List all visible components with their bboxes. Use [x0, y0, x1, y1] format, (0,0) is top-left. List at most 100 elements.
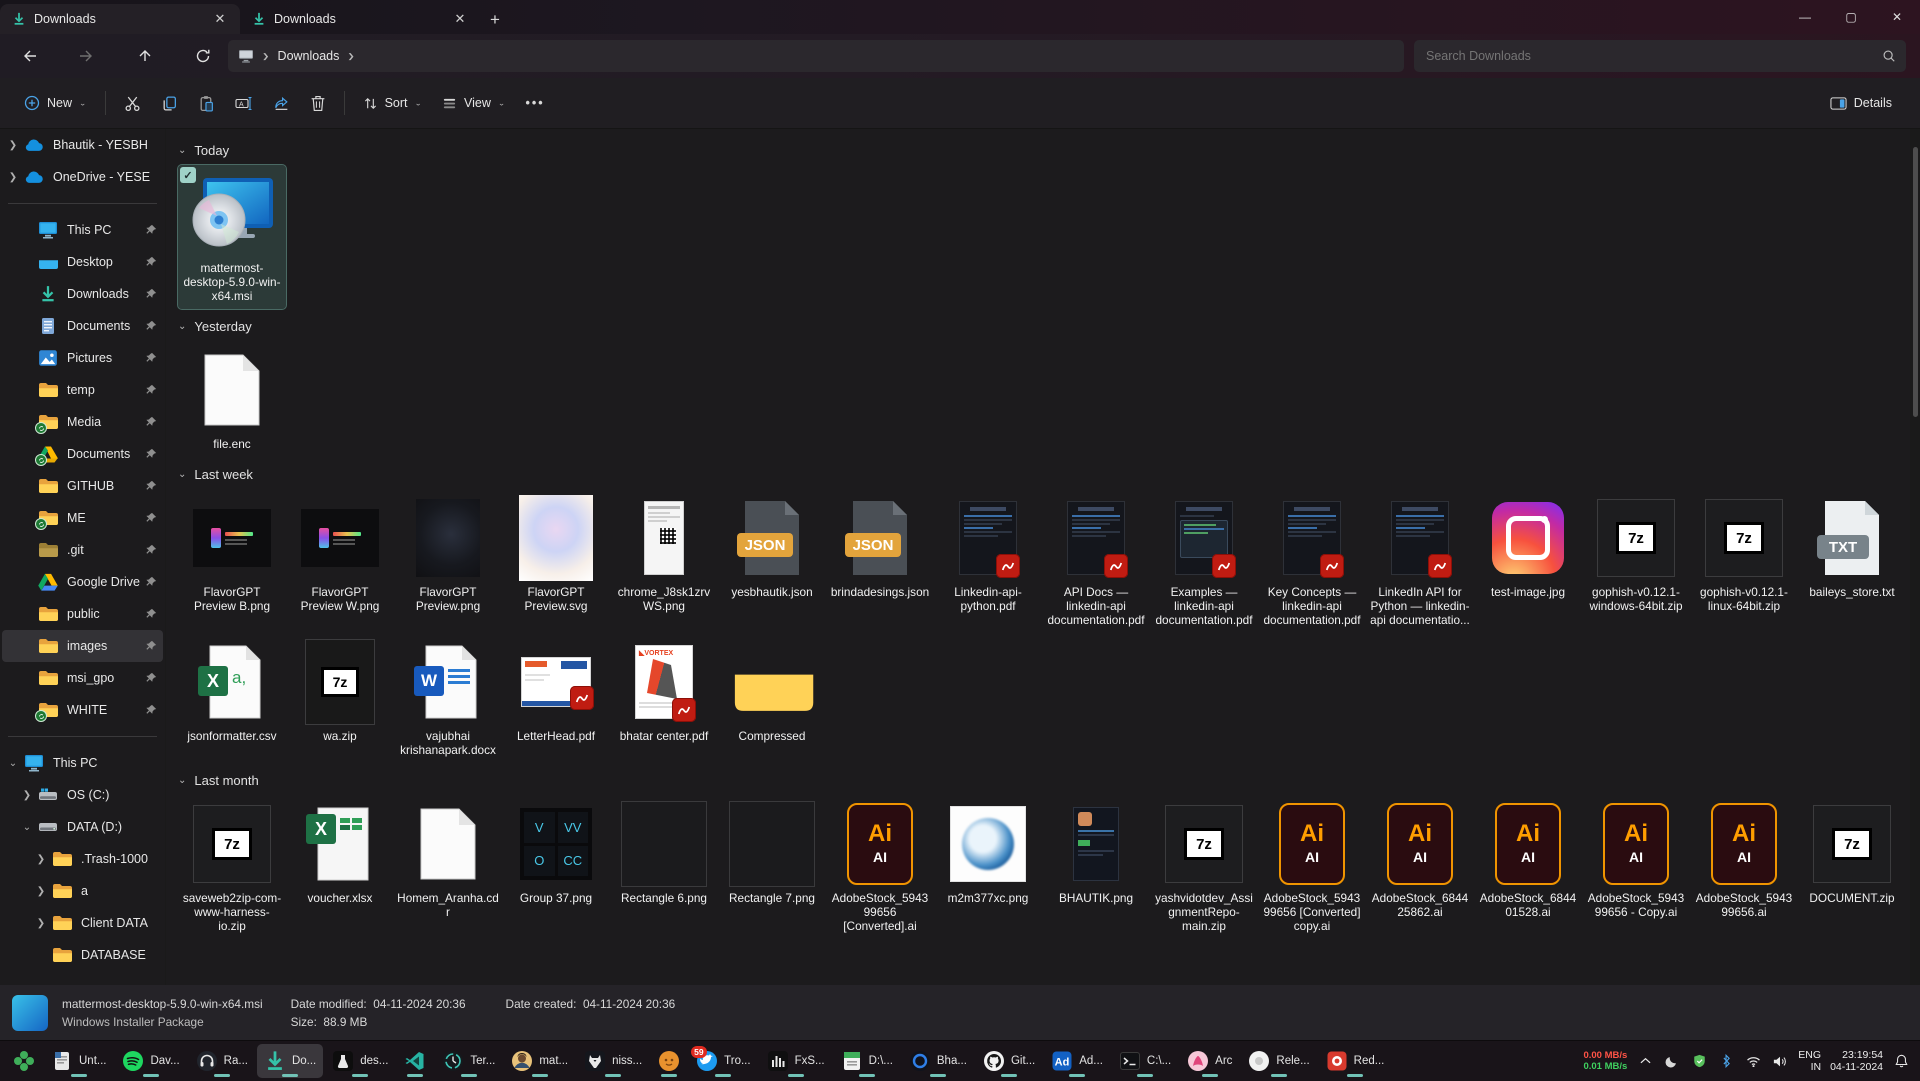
- sort-button[interactable]: Sort⌄: [353, 89, 432, 118]
- sidebar-item-msi-gpo[interactable]: msi_gpo: [2, 662, 163, 694]
- language-indicator[interactable]: ENGIN: [1798, 1049, 1821, 1073]
- file-tile[interactable]: LetterHead.pdf: [502, 633, 610, 749]
- chevron-down-icon[interactable]: ⌄: [178, 321, 186, 332]
- sidebar-tree-os-c-[interactable]: ❯OS (C:): [2, 779, 163, 811]
- taskbar-app-red[interactable]: Red...: [1319, 1044, 1392, 1078]
- forward-button[interactable]: [68, 40, 106, 72]
- wifi-icon[interactable]: [1744, 1052, 1762, 1070]
- file-tile[interactable]: 7zDOCUMENT.zip: [1798, 795, 1906, 911]
- taskbar-app-c[interactable]: C:\...: [1112, 1044, 1178, 1078]
- file-tile[interactable]: AiAIAdobeStock_594399656.ai: [1690, 795, 1798, 925]
- more-options-button[interactable]: •••: [515, 89, 554, 117]
- file-tile[interactable]: JSONyesbhautik.json: [718, 489, 826, 605]
- share-button[interactable]: [263, 88, 300, 119]
- breadcrumb[interactable]: ❯ Downloads ❯: [228, 40, 1404, 72]
- file-tile[interactable]: test-image.jpg: [1474, 489, 1582, 605]
- file-tile[interactable]: 7zgophish-v0.12.1-windows-64bit.zip: [1582, 489, 1690, 619]
- taskbar-app-do[interactable]: Do...: [257, 1044, 323, 1078]
- view-button[interactable]: View⌄: [432, 89, 515, 118]
- sidebar-item-desktop[interactable]: ath d="M1 3q0-2 2-2h5l2 2h8q2 0 2 2v8q0 …: [2, 246, 163, 278]
- search-box[interactable]: [1414, 40, 1906, 72]
- taskbar-app-ra[interactable]: Ra...: [189, 1044, 255, 1078]
- sidebar-item-onedrive-yese[interactable]: ❯OneDrive - YESE: [2, 161, 163, 193]
- taskbar-app-dav[interactable]: Dav...: [115, 1044, 186, 1078]
- taskbar-app-bha[interactable]: Bha...: [902, 1044, 974, 1078]
- new-button[interactable]: New⌄: [14, 88, 97, 118]
- file-tile[interactable]: FlavorGPT Preview.svg: [502, 489, 610, 619]
- taskbar-app-orange-circle[interactable]: [651, 1044, 687, 1078]
- chevron-down-icon[interactable]: ⌄: [16, 822, 38, 833]
- chevron-right-icon[interactable]: ❯: [16, 790, 38, 801]
- chevron-down-icon[interactable]: ⌄: [178, 145, 186, 156]
- back-button[interactable]: [10, 40, 48, 72]
- file-tile[interactable]: 7zyashvidotdev_AssignmentRepo-main.zip: [1150, 795, 1258, 939]
- file-tile[interactable]: BHAUTIK.png: [1042, 795, 1150, 911]
- delete-button[interactable]: [300, 88, 336, 119]
- taskbar-app-arc[interactable]: Arc: [1180, 1044, 1239, 1078]
- taskbar-app-ter[interactable]: Ter...: [435, 1044, 502, 1078]
- file-tile[interactable]: Key Concepts — linkedin-api documentatio…: [1258, 489, 1366, 633]
- file-tile[interactable]: ✓mattermost-desktop-5.9.0-win-x64.msi: [178, 165, 286, 309]
- file-tile[interactable]: file.enc: [178, 341, 286, 457]
- file-tile[interactable]: ath d="M1 3q0-2 2-2h5l2 2h8q2 0 2 2v8q0 …: [718, 633, 826, 749]
- night-light-icon[interactable]: [1663, 1052, 1681, 1070]
- up-button[interactable]: [126, 40, 164, 72]
- file-tile[interactable]: LinkedIn API for Python — linkedin-api d…: [1366, 489, 1474, 633]
- file-tile[interactable]: ◣VORTEXbhatar center.pdf: [610, 633, 718, 749]
- network-speed[interactable]: 0.00 MB/s0.01 MB/s: [1583, 1050, 1627, 1072]
- clock[interactable]: 23:19:5404-11-2024: [1830, 1049, 1883, 1073]
- sidebar-item-white[interactable]: WHITE: [2, 694, 163, 726]
- taskbar-app-unt[interactable]: Unt...: [44, 1044, 113, 1078]
- taskbar-app-rele[interactable]: Rele...: [1241, 1044, 1316, 1078]
- cut-button[interactable]: [114, 88, 151, 119]
- file-tile[interactable]: API Docs — linkedin-api documentation.pd…: [1042, 489, 1150, 633]
- file-tile[interactable]: Linkedin-api-python.pdf: [934, 489, 1042, 619]
- hidden-icons-button[interactable]: [1636, 1052, 1654, 1070]
- file-tile[interactable]: AiAIAdobeStock_594399656 [Converted] cop…: [1258, 795, 1366, 939]
- sidebar-item-me[interactable]: ME: [2, 502, 163, 534]
- close-button[interactable]: ✕: [1874, 0, 1920, 34]
- file-tile[interactable]: JSONbrindadesings.json: [826, 489, 934, 605]
- sidebar-tree-client-data[interactable]: ❯Client DATA: [2, 907, 163, 939]
- sidebar-item-github[interactable]: GITHUB: [2, 470, 163, 502]
- sidebar-item-images[interactable]: images: [2, 630, 163, 662]
- taskbar-app-d[interactable]: D:\...: [834, 1044, 900, 1078]
- sidebar-tree-data-d-[interactable]: ⌄DATA (D:): [2, 811, 163, 843]
- tab-close-icon[interactable]: ✕: [450, 9, 470, 29]
- taskbar-app-tro[interactable]: 59Tro...: [689, 1044, 757, 1078]
- scrollbar[interactable]: [1913, 135, 1918, 980]
- file-tile[interactable]: chrome_J8sk1zrvWS.png: [610, 489, 718, 619]
- chevron-right-icon[interactable]: ❯: [30, 886, 52, 897]
- tab-close-icon[interactable]: ✕: [210, 9, 230, 29]
- file-tile[interactable]: 7zsaveweb2zip-com-www-harness-io.zip: [178, 795, 286, 939]
- sidebar-item-public[interactable]: public: [2, 598, 163, 630]
- sidebar-item-temp[interactable]: temp: [2, 374, 163, 406]
- sidebar-tree-a[interactable]: ❯a: [2, 875, 163, 907]
- bluetooth-icon[interactable]: [1717, 1052, 1735, 1070]
- file-tile[interactable]: Homem_Aranha.cdr: [394, 795, 502, 925]
- taskbar-app-vscode[interactable]: [397, 1044, 433, 1078]
- sidebar-tree--trash-1000[interactable]: ❯.Trash-1000: [2, 843, 163, 875]
- sidebar-item-documents[interactable]: Documents: [2, 438, 163, 470]
- sidebar-item--git[interactable]: .git: [2, 534, 163, 566]
- file-tile[interactable]: FlavorGPT Preview B.png: [178, 489, 286, 619]
- file-tile[interactable]: AiAIAdobeStock_594399656 [Converted].ai: [826, 795, 934, 939]
- file-tile[interactable]: FlavorGPT Preview W.png: [286, 489, 394, 619]
- antivirus-shield-icon[interactable]: [1690, 1052, 1708, 1070]
- new-tab-button[interactable]: +: [480, 6, 510, 34]
- taskbar-app-niss[interactable]: niss...: [577, 1044, 649, 1078]
- sidebar-item-downloads[interactable]: Downloads: [2, 278, 163, 310]
- file-tile[interactable]: 7zwa.zip: [286, 633, 394, 749]
- paste-button[interactable]: [188, 88, 225, 119]
- file-tile[interactable]: TXTbaileys_store.txt: [1798, 489, 1906, 605]
- search-icon[interactable]: [1882, 49, 1896, 63]
- notification-bell-icon[interactable]: [1892, 1052, 1910, 1070]
- details-pane-button[interactable]: Details: [1820, 89, 1902, 118]
- chevron-right-icon[interactable]: ❯: [30, 854, 52, 865]
- file-tile[interactable]: Xvoucher.xlsx: [286, 795, 394, 911]
- section-header[interactable]: ⌄Yesterday: [178, 311, 1910, 341]
- breadcrumb-path[interactable]: Downloads: [278, 49, 340, 63]
- breadcrumb-chevron-icon[interactable]: ❯: [347, 52, 355, 61]
- chevron-down-icon[interactable]: ⌄: [2, 758, 24, 769]
- sidebar-item-pictures[interactable]: Pictures: [2, 342, 163, 374]
